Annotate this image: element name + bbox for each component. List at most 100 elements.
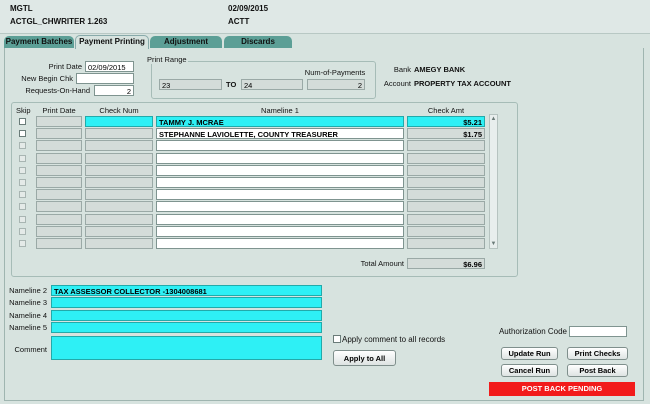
auth-code-label: Authorization Code — [498, 327, 567, 336]
skip-checkbox[interactable] — [19, 203, 26, 210]
print-checks-button[interactable]: Print Checks — [567, 347, 628, 360]
apply-to-all-button[interactable]: Apply to All — [333, 350, 396, 366]
nameline1-cell[interactable] — [156, 214, 404, 225]
print-date-cell — [36, 128, 82, 139]
check-num-cell[interactable] — [85, 201, 153, 212]
check-num-cell[interactable] — [85, 226, 153, 237]
nameline1-cell[interactable] — [156, 226, 404, 237]
skip-checkbox[interactable] — [19, 118, 26, 125]
check-amt-cell — [407, 226, 485, 237]
post-back-pending-banner: POST BACK PENDING — [489, 382, 635, 396]
check-num-cell[interactable] — [85, 238, 153, 249]
skip-checkbox[interactable] — [19, 216, 26, 223]
requests-on-hand-label: Requests-On-Hand — [25, 86, 90, 95]
check-num-cell[interactable] — [85, 177, 153, 188]
range-from-field: 23 — [159, 79, 222, 90]
comment-label: Comment — [14, 345, 47, 354]
col-nameline-1: Nameline 1 — [261, 106, 299, 115]
col-skip: Skip — [16, 106, 31, 115]
skip-checkbox[interactable] — [19, 167, 26, 174]
scroll-down-icon[interactable]: ▼ — [490, 240, 497, 248]
check-amt-cell — [407, 238, 485, 249]
check-num-cell[interactable] — [85, 128, 153, 139]
skip-checkbox[interactable] — [19, 155, 26, 162]
tab-adjustment[interactable]: Adjustment — [150, 36, 222, 48]
total-amount-label: Total Amount — [360, 259, 404, 268]
check-num-cell[interactable] — [85, 189, 153, 200]
print-date-cell — [36, 238, 82, 249]
account-label: Account — [383, 79, 411, 88]
print-date-label: Print Date — [48, 62, 82, 71]
range-to-label: TO — [226, 80, 237, 89]
nameline1-cell[interactable] — [156, 140, 404, 151]
check-amt-cell: $1.75 — [407, 128, 485, 139]
grid-scrollbar[interactable]: ▲ ▼ — [489, 114, 498, 249]
print-date-cell — [36, 153, 82, 164]
print-date-field[interactable]: 02/09/2015 — [85, 61, 134, 72]
nameline1-cell[interactable]: TAMMY J. MCRAE — [156, 116, 404, 127]
nameline5-label: Nameline 5 — [9, 323, 47, 332]
auth-code-field[interactable] — [569, 326, 627, 337]
check-num-cell[interactable] — [85, 153, 153, 164]
tab-payment-printing[interactable]: Payment Printing — [75, 35, 149, 49]
check-amt-cell — [407, 214, 485, 225]
check-num-cell[interactable] — [85, 214, 153, 225]
col-check-num: Check Num — [99, 106, 139, 115]
skip-checkbox[interactable] — [19, 191, 26, 198]
nameline4-label: Nameline 4 — [9, 311, 47, 320]
nameline2-field[interactable]: TAX ASSESSOR COLLECTOR -1304008681 — [51, 285, 322, 296]
new-begin-chk-label: New Begin Chk — [21, 74, 73, 83]
skip-checkbox[interactable] — [19, 240, 26, 247]
skip-checkbox[interactable] — [19, 228, 26, 235]
apply-comment-checkbox[interactable] — [333, 335, 341, 343]
account-value: PROPERTY TAX ACCOUNT — [414, 79, 511, 88]
num-payments-field: 2 — [307, 79, 365, 90]
nameline1-cell[interactable]: STEPHANNE LAVIOLETTE, COUNTY TREASURER — [156, 128, 404, 139]
check-num-cell[interactable] — [85, 165, 153, 176]
check-amt-cell — [407, 177, 485, 188]
check-amt-cell — [407, 165, 485, 176]
nameline1-cell[interactable] — [156, 165, 404, 176]
print-date-cell — [36, 140, 82, 151]
check-amt-cell — [407, 140, 485, 151]
nameline4-field[interactable] — [51, 310, 322, 321]
print-date-cell — [36, 165, 82, 176]
module-name: ACTGL_CHWRITER 1.263 — [10, 17, 108, 26]
tab-discards[interactable]: Discards — [224, 36, 292, 48]
print-date-cell — [36, 177, 82, 188]
check-amt-cell: $5.21 — [407, 116, 485, 127]
num-payments-label: Num-of-Payments — [304, 68, 366, 77]
scroll-up-icon[interactable]: ▲ — [490, 115, 497, 123]
col-check-amt: Check Amt — [427, 106, 465, 115]
check-amt-cell — [407, 189, 485, 200]
nameline1-cell[interactable] — [156, 177, 404, 188]
apply-comment-label: Apply comment to all records — [342, 335, 446, 344]
nameline1-cell[interactable] — [156, 189, 404, 200]
header-date: 02/09/2015 — [228, 4, 269, 13]
nameline1-cell[interactable] — [156, 201, 404, 212]
range-to-field: 24 — [241, 79, 303, 90]
nameline3-field[interactable] — [51, 297, 322, 308]
print-date-cell — [36, 226, 82, 237]
print-date-cell — [36, 189, 82, 200]
check-num-cell[interactable] — [85, 116, 153, 127]
print-date-cell — [36, 214, 82, 225]
skip-checkbox[interactable] — [19, 142, 26, 149]
check-num-cell[interactable] — [85, 140, 153, 151]
post-back-button[interactable]: Post Back — [567, 364, 628, 377]
comment-field[interactable] — [51, 336, 322, 360]
tab-payment-batches[interactable]: Payment Batches — [4, 36, 74, 48]
bank-value: AMEGY BANK — [414, 65, 466, 74]
skip-checkbox[interactable] — [19, 179, 26, 186]
check-amt-cell — [407, 201, 485, 212]
nameline3-label: Nameline 3 — [9, 298, 47, 307]
nameline1-cell[interactable] — [156, 238, 404, 249]
skip-checkbox[interactable] — [19, 130, 26, 137]
cancel-run-button[interactable]: Cancel Run — [501, 364, 558, 377]
new-begin-chk-field[interactable] — [76, 73, 134, 84]
nameline1-cell[interactable] — [156, 153, 404, 164]
requests-on-hand-field: 2 — [94, 85, 134, 96]
nameline5-field[interactable] — [51, 322, 322, 333]
print-date-cell — [36, 116, 82, 127]
update-run-button[interactable]: Update Run — [501, 347, 558, 360]
